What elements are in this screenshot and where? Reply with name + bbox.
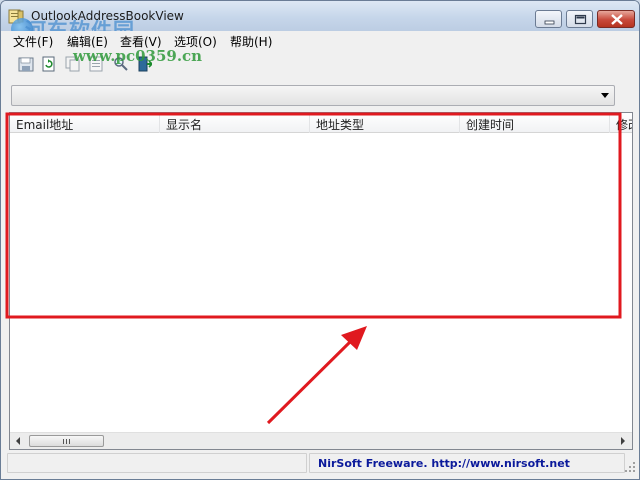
grip-lines-icon bbox=[63, 439, 70, 444]
column-header-created-time[interactable]: 创建时间 bbox=[460, 113, 610, 133]
app-window: OutlookAddressBookView 河东软件园 文件(F) 编辑(E)… bbox=[0, 0, 640, 480]
scroll-left-button[interactable] bbox=[10, 433, 27, 449]
menu-help[interactable]: 帮助(H) bbox=[230, 33, 272, 50]
nirsoft-link[interactable]: NirSoft Freeware. http://www.nirsoft.net bbox=[318, 457, 570, 470]
close-button[interactable] bbox=[597, 10, 635, 28]
address-list[interactable]: Email地址 显示名 地址类型 创建时间 修改 bbox=[9, 112, 633, 450]
menu-file[interactable]: 文件(F) bbox=[13, 33, 53, 50]
maximize-button[interactable] bbox=[566, 10, 593, 28]
scrollbar-thumb[interactable] bbox=[29, 435, 104, 447]
column-header-modified-time[interactable]: 修改 bbox=[610, 113, 632, 133]
refresh-icon[interactable] bbox=[41, 56, 57, 72]
column-header-email[interactable]: Email地址 bbox=[10, 113, 160, 133]
scroll-left-icon bbox=[16, 437, 20, 445]
watermark-url: www.pc0359.cn bbox=[73, 47, 203, 65]
list-header: Email地址 显示名 地址类型 创建时间 修改 bbox=[10, 113, 632, 133]
column-header-display-name[interactable]: 显示名 bbox=[160, 113, 310, 133]
scroll-right-button[interactable] bbox=[615, 433, 632, 449]
address-book-select[interactable] bbox=[11, 85, 615, 106]
minimize-button[interactable] bbox=[535, 10, 562, 28]
status-bar: NirSoft Freeware. http://www.nirsoft.net bbox=[1, 451, 639, 479]
list-body[interactable] bbox=[10, 133, 632, 433]
chevron-down-icon[interactable] bbox=[601, 93, 609, 98]
column-header-address-type[interactable]: 地址类型 bbox=[310, 113, 460, 133]
maximize-icon bbox=[574, 14, 587, 25]
resize-grip-icon[interactable] bbox=[624, 461, 636, 473]
save-icon[interactable] bbox=[18, 56, 34, 72]
minimize-icon bbox=[544, 20, 555, 25]
horizontal-scrollbar[interactable] bbox=[10, 432, 632, 449]
status-pane-link: NirSoft Freeware. http://www.nirsoft.net bbox=[309, 453, 625, 473]
status-pane-count bbox=[7, 453, 307, 473]
scroll-right-icon bbox=[621, 437, 625, 445]
close-icon bbox=[611, 14, 623, 25]
